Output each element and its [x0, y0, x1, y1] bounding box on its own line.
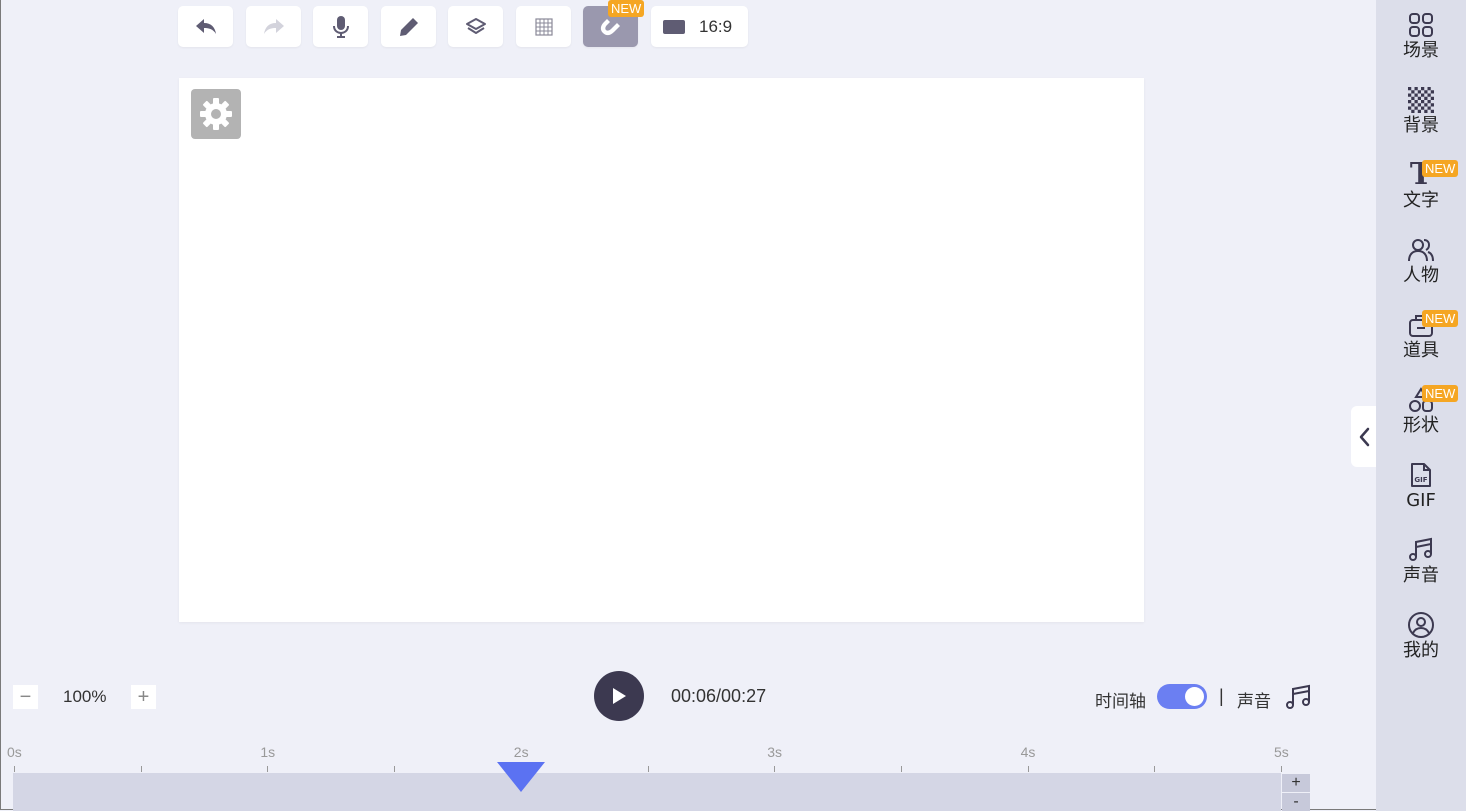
magnet-icon [600, 18, 620, 35]
sidebar-item-gif[interactable]: GIF GIF [1376, 460, 1466, 530]
aspect-ratio-button[interactable]: 16:9 [651, 6, 748, 47]
side-panel: 场景 背景 T 文字 NEW 人物 道具 NEW 形状 NEW GIF GIF … [1376, 0, 1466, 811]
sidebar-item-people[interactable]: 人物 [1376, 235, 1466, 305]
timeline-track[interactable] [13, 773, 1281, 811]
ruler-tick [901, 766, 902, 772]
sidebar-item-mine[interactable]: 我的 [1376, 610, 1466, 680]
aspect-ratio-label: 16:9 [699, 16, 733, 36]
sidebar-item-sound[interactable]: 声音 [1376, 535, 1466, 605]
gear-icon [200, 98, 232, 130]
music-note-icon [1286, 684, 1310, 709]
ruler-tick [1154, 766, 1155, 772]
new-badge: NEW [608, 0, 645, 17]
microphone-button[interactable] [313, 6, 368, 47]
ruler-label: 5s [1274, 744, 1289, 760]
playback-time: 00:06/00:27 [671, 686, 767, 706]
play-icon [613, 688, 626, 704]
chevron-left-icon [1359, 427, 1369, 446]
sidebar-item-label: 我的 [1403, 640, 1439, 661]
canvas-settings-button[interactable] [191, 89, 241, 139]
toggle-knob [1185, 687, 1204, 706]
undo-icon [195, 18, 216, 34]
background-checker-icon [1406, 85, 1436, 115]
sidebar-item-label: 人物 [1403, 265, 1439, 286]
ruler-label: 3s [767, 744, 782, 760]
sidebar-item-label: 道具 [1403, 340, 1439, 361]
ruler-tick [141, 766, 142, 772]
sidebar-item-background[interactable]: 背景 [1376, 85, 1466, 155]
sidebar-item-label: 文字 [1403, 190, 1439, 211]
redo-icon [263, 18, 284, 34]
panel-collapse-button[interactable] [1351, 406, 1376, 467]
ruler-label: 1s [260, 744, 276, 760]
ruler-label: 0s [7, 744, 22, 760]
timeline-toggle[interactable] [1157, 684, 1207, 709]
sidebar-item-props[interactable]: 道具 NEW [1376, 310, 1466, 380]
magnet-button[interactable]: NEW [583, 0, 645, 47]
sound-label: 声音 [1237, 692, 1271, 712]
layers-button[interactable] [448, 6, 503, 47]
playhead-marker[interactable] [497, 762, 545, 792]
pen-button[interactable] [381, 6, 436, 47]
zoom-level: 100% [63, 687, 107, 706]
zoom-out-button[interactable]: − [13, 685, 38, 709]
new-badge: NEW [1422, 310, 1459, 327]
ruler-tick [14, 766, 15, 772]
gif-icon: GIF [1406, 460, 1436, 490]
stage-canvas[interactable] [179, 78, 1144, 622]
sidebar-item-label: 背景 [1403, 115, 1439, 136]
ruler-label: 4s [1020, 744, 1036, 760]
zoom-in-button[interactable]: + [131, 685, 156, 709]
svg-text:GIF: GIF [1414, 476, 1427, 484]
aspect-ratio-icon [663, 19, 685, 34]
ruler-label: 2s [513, 744, 529, 760]
sound-button[interactable] [1284, 683, 1312, 711]
sidebar-item-label: 形状 [1403, 415, 1439, 436]
timeline-toggle-label: 时间轴 [1095, 692, 1146, 712]
sidebar-item-label: 声音 [1403, 565, 1439, 586]
user-icon [1406, 610, 1436, 640]
ruler-tick [394, 766, 395, 772]
pen-icon [399, 17, 418, 36]
people-icon [1406, 235, 1436, 265]
ruler-tick [1281, 766, 1282, 772]
redo-button[interactable] [246, 6, 301, 47]
layers-icon [465, 17, 486, 34]
grid-button[interactable] [516, 6, 571, 47]
sidebar-item-label: 场景 [1403, 40, 1439, 61]
new-badge: NEW [1422, 385, 1459, 402]
separator: | [1219, 686, 1224, 706]
ruler-tick [267, 766, 268, 772]
sidebar-item-shapes[interactable]: 形状 NEW [1376, 385, 1466, 455]
track-zoom-in-button[interactable]: + [1282, 774, 1310, 792]
sidebar-item-label: GIF [1406, 490, 1436, 511]
new-badge: NEW [1422, 160, 1459, 177]
play-button[interactable] [594, 671, 644, 721]
ruler-tick [648, 766, 649, 772]
ruler-tick [1028, 766, 1029, 772]
track-zoom-out-button[interactable]: - [1282, 793, 1310, 811]
microphone-icon [332, 15, 349, 38]
ruler-tick [774, 766, 775, 772]
music-note-icon [1406, 535, 1436, 565]
sidebar-item-text[interactable]: T 文字 NEW [1376, 160, 1466, 230]
grid-icon [534, 17, 553, 36]
scenes-icon [1406, 10, 1436, 40]
undo-button[interactable] [178, 6, 233, 47]
sidebar-item-scenes[interactable]: 场景 [1376, 10, 1466, 80]
